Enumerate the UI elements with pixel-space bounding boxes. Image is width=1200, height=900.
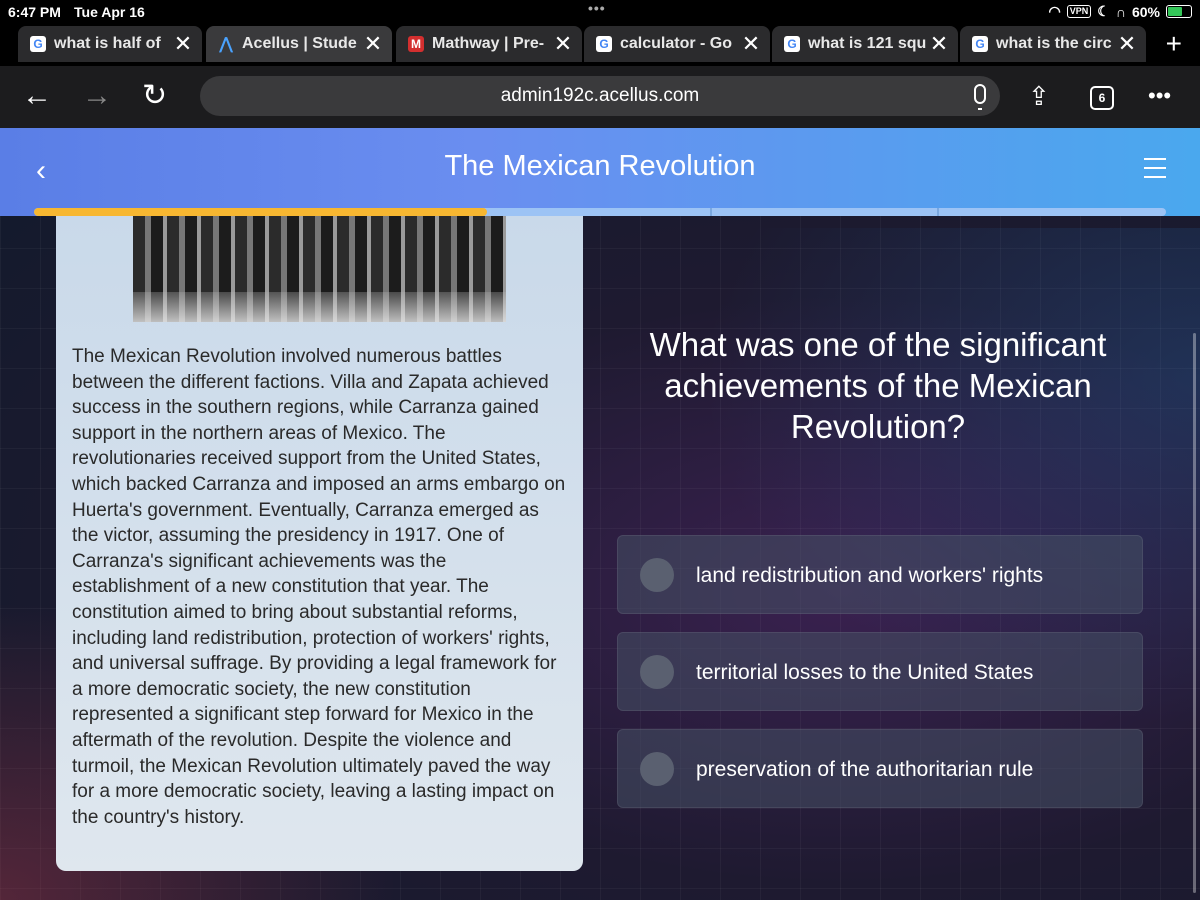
- tab-title: Acellus | Stude: [242, 35, 357, 52]
- status-icons: ◠ VPN ☾ ∩ 60%: [1049, 3, 1192, 20]
- browser-tab-bar: G what is half of ✕ ⋀ Acellus | Stude ✕ …: [0, 24, 1200, 66]
- reading-passage: The Mexican Revolution involved numerous…: [72, 346, 566, 828]
- google-favicon-icon: G: [784, 36, 800, 52]
- status-date: Tue Apr 16: [74, 4, 145, 20]
- radio-button[interactable]: [640, 558, 674, 592]
- battery-percent: 60%: [1131, 3, 1160, 20]
- headphones-icon: ∩: [1115, 3, 1126, 20]
- tab-title: what is 121 squ: [808, 35, 927, 52]
- google-favicon-icon: G: [30, 36, 46, 52]
- close-tab-icon[interactable]: ✕: [740, 31, 762, 57]
- browser-tab-active[interactable]: ⋀ Acellus | Stude ✕: [206, 26, 392, 62]
- close-tab-icon[interactable]: ✕: [928, 31, 950, 57]
- answer-label: territorial losses to the United States: [696, 661, 1034, 684]
- tab-title: what is half of: [54, 35, 161, 52]
- answer-option[interactable]: land redistribution and workers' rights: [617, 535, 1143, 614]
- forward-arrow-icon[interactable]: →: [82, 78, 112, 114]
- reading-panel: The Mexican Revolution involved numerous…: [56, 216, 583, 871]
- answer-option[interactable]: preservation of the authoritarian rule: [617, 729, 1143, 808]
- browser-tab[interactable]: G what is 121 squ ✕: [772, 26, 958, 62]
- mathway-favicon-icon: M: [408, 36, 424, 52]
- answer-label: preservation of the authoritarian rule: [696, 758, 1034, 781]
- answer-option[interactable]: territorial losses to the United States: [617, 632, 1143, 711]
- question-text: What was one of the significant achievem…: [649, 326, 1107, 445]
- status-time: 6:47 PM: [8, 4, 61, 20]
- tab-title: what is the circ: [996, 35, 1112, 52]
- browser-tab[interactable]: G calculator - Go ✕: [584, 26, 770, 62]
- progress-tick: [710, 208, 712, 216]
- status-bar: 6:47 PM Tue Apr 16 ••• ◠ VPN ☾ ∩ 60%: [0, 0, 1200, 24]
- scrollbar[interactable]: [1193, 333, 1196, 893]
- vpn-badge: VPN: [1066, 5, 1092, 18]
- more-icon[interactable]: •••: [1148, 78, 1171, 114]
- lesson-header: ‹ The Mexican Revolution: [0, 128, 1200, 216]
- back-arrow-icon[interactable]: ←: [22, 78, 52, 114]
- reload-icon[interactable]: ↻: [142, 78, 167, 114]
- moon-icon: ☾: [1097, 3, 1110, 19]
- browser-toolbar: ← → ↻ admin192c.acellus.com ⇪ 6 •••: [0, 66, 1200, 128]
- lesson-progress-bar: [34, 208, 1166, 216]
- share-icon[interactable]: ⇪: [1028, 78, 1050, 114]
- radio-button[interactable]: [640, 655, 674, 689]
- wifi-icon: ◠: [1048, 3, 1061, 19]
- close-tab-icon[interactable]: ✕: [362, 31, 384, 57]
- hamburger-menu-icon[interactable]: [1144, 158, 1166, 178]
- browser-tab[interactable]: G what is half of ✕: [18, 26, 202, 62]
- historical-photo: [133, 216, 506, 322]
- answer-label: land redistribution and workers' rights: [696, 564, 1044, 587]
- browser-tab[interactable]: G what is the circ ✕: [960, 26, 1146, 62]
- new-tab-icon[interactable]: +: [1166, 28, 1182, 60]
- progress-fill: [34, 208, 487, 216]
- google-favicon-icon: G: [596, 36, 612, 52]
- radio-button[interactable]: [640, 752, 674, 786]
- acellus-favicon-icon: ⋀: [219, 36, 233, 53]
- microphone-icon[interactable]: [974, 84, 986, 110]
- battery-icon: [1166, 5, 1192, 18]
- close-tab-icon[interactable]: ✕: [552, 31, 574, 57]
- lesson-title: The Mexican Revolution: [444, 150, 756, 182]
- tab-count-icon[interactable]: 6: [1090, 86, 1114, 110]
- browser-tab[interactable]: M Mathway | Pre- ✕: [396, 26, 582, 62]
- url-text: admin192c.acellus.com: [500, 85, 700, 106]
- google-favicon-icon: G: [972, 36, 988, 52]
- tab-title: calculator - Go: [620, 35, 733, 52]
- address-bar[interactable]: admin192c.acellus.com: [200, 76, 1000, 116]
- close-tab-icon[interactable]: ✕: [172, 31, 194, 57]
- lesson-app: ‹ The Mexican Revolution The Mexican Rev…: [0, 128, 1200, 900]
- progress-tick: [937, 208, 939, 216]
- multitasking-dots-icon[interactable]: •••: [588, 0, 606, 16]
- close-tab-icon[interactable]: ✕: [1116, 31, 1138, 57]
- tab-title: Mathway | Pre-: [432, 35, 545, 52]
